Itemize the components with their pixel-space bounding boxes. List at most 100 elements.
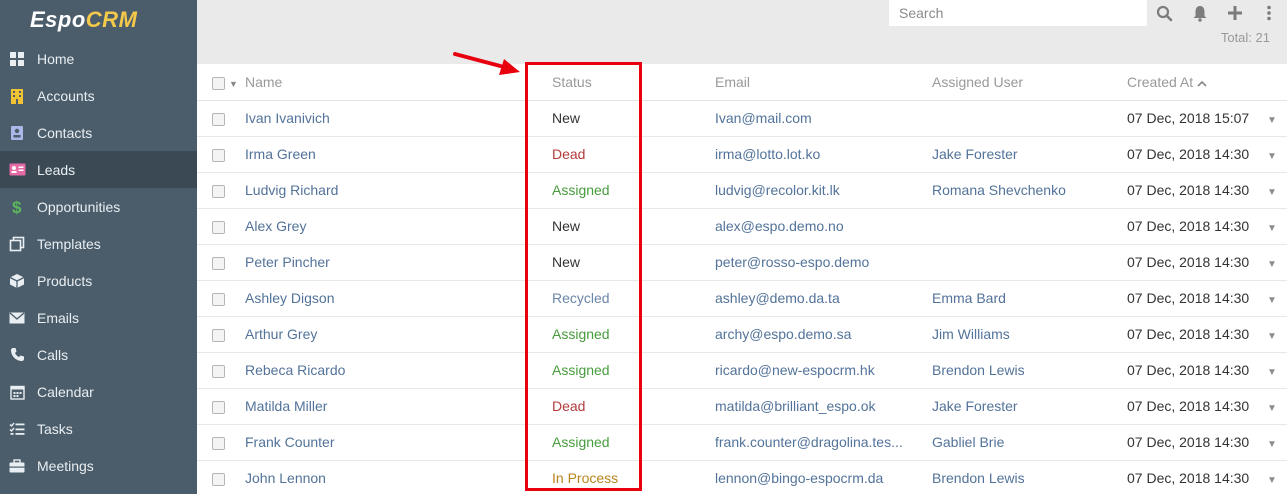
plus-icon[interactable] — [1225, 3, 1245, 23]
lead-name-link[interactable]: Peter Pincher — [245, 254, 330, 270]
lead-name-link[interactable]: Irma Green — [245, 146, 316, 162]
assigned-user-link[interactable]: Jake Forester — [932, 146, 1018, 162]
row-actions-caret-icon[interactable]: ▼ — [1267, 439, 1277, 450]
row-actions-caret-icon[interactable]: ▼ — [1267, 151, 1277, 162]
email-link[interactable]: alex@espo.demo.no — [715, 218, 844, 234]
assigned-user-link[interactable]: Brendon Lewis — [932, 362, 1025, 378]
header-status[interactable]: Status — [552, 64, 715, 101]
table-row: Peter Pincher New peter@rosso-espo.demo 07 … — [197, 244, 1287, 281]
sidebar-item-emails[interactable]: Emails — [0, 299, 197, 336]
status-cell: New — [552, 208, 715, 245]
row-checkbox[interactable] — [212, 292, 225, 306]
select-all-checkbox[interactable] — [212, 76, 225, 90]
row-actions-caret-icon[interactable]: ▼ — [1267, 259, 1277, 270]
email-link[interactable]: irma@lotto.lot.ko — [715, 146, 820, 162]
row-select-cell — [197, 424, 245, 461]
sidebar-item-opportunities[interactable]: $ Opportunities — [0, 188, 197, 225]
sidebar-item-products[interactable]: Products — [0, 262, 197, 299]
row-select-cell — [197, 136, 245, 173]
email-cell: ricardo@new-espocrm.hk — [715, 352, 932, 389]
row-actions-caret-icon[interactable]: ▼ — [1267, 367, 1277, 378]
status-value: Recycled — [552, 290, 610, 306]
email-link[interactable]: peter@rosso-espo.demo — [715, 254, 869, 270]
assigned-user-link[interactable]: Gabliel Brie — [932, 434, 1004, 450]
email-link[interactable]: lennon@bingo-espocrm.da — [715, 470, 883, 486]
row-checkbox[interactable] — [212, 364, 225, 378]
email-link[interactable]: Ivan@mail.com — [715, 110, 812, 126]
row-actions-caret-icon[interactable]: ▼ — [1267, 115, 1277, 126]
created-at-value: 07 Dec, 2018 14:30 — [1127, 290, 1250, 306]
row-actions-caret-icon[interactable]: ▼ — [1267, 475, 1277, 486]
email-link[interactable]: ricardo@new-espocrm.hk — [715, 362, 875, 378]
row-select-cell — [197, 352, 245, 389]
lead-name-link[interactable]: Ashley Digson — [245, 290, 335, 306]
row-checkbox[interactable] — [212, 184, 225, 198]
row-checkbox[interactable] — [212, 436, 225, 450]
table-row: Ludvig Richard Assigned ludvig@recolor.kit… — [197, 172, 1287, 209]
sidebar-item-calendar[interactable]: Calendar — [0, 373, 197, 410]
assigned-user-link[interactable]: Emma Bard — [932, 290, 1006, 306]
row-actions-caret-icon[interactable]: ▼ — [1267, 403, 1277, 414]
sidebar-item-label: Leads — [37, 161, 76, 178]
row-actions-caret-icon[interactable]: ▼ — [1267, 223, 1277, 234]
assigned-user-link[interactable]: Jake Forester — [932, 398, 1018, 414]
status-value: Assigned — [552, 434, 610, 450]
assigned-user-link[interactable]: Romana Shevchenko — [932, 182, 1066, 198]
row-actions-caret-icon[interactable]: ▼ — [1267, 331, 1277, 342]
row-checkbox[interactable] — [212, 328, 225, 342]
sidebar-item-label: Calendar — [37, 383, 94, 400]
tasks-icon — [8, 420, 26, 438]
header-actions — [1267, 64, 1287, 101]
header-email[interactable]: Email — [715, 64, 932, 101]
lead-name-link[interactable]: Ludvig Richard — [245, 182, 338, 198]
lead-name-link[interactable]: John Lennon — [245, 470, 326, 486]
row-checkbox[interactable] — [212, 148, 225, 162]
lead-name-link[interactable]: Ivan Ivanivich — [245, 110, 330, 126]
sidebar-item-calls[interactable]: Calls — [0, 336, 197, 373]
row-checkbox[interactable] — [212, 256, 225, 270]
assigned-user-link[interactable]: Brendon Lewis — [932, 470, 1025, 486]
row-actions-caret-icon[interactable]: ▼ — [1267, 187, 1277, 198]
row-actions-cell: ▼ — [1267, 100, 1287, 137]
lead-name-link[interactable]: Frank Counter — [245, 434, 334, 450]
sidebar-item-meetings[interactable]: Meetings — [0, 447, 197, 484]
lead-name-link[interactable]: Rebeca Ricardo — [245, 362, 345, 378]
header-assigned-user[interactable]: Assigned User — [932, 64, 1127, 101]
row-checkbox[interactable] — [212, 220, 225, 234]
lead-name-link[interactable]: Arthur Grey — [245, 326, 317, 342]
assigned-user-link[interactable]: Jim Williams — [932, 326, 1010, 342]
top-bar: Total: 21 — [197, 0, 1287, 64]
app-logo[interactable]: EspoCRM — [0, 0, 197, 40]
sidebar-item-leads[interactable]: Leads — [0, 151, 197, 188]
sidebar-item-home[interactable]: Home — [0, 40, 197, 77]
email-link[interactable]: ashley@demo.da.ta — [715, 290, 840, 306]
row-checkbox[interactable] — [212, 472, 225, 486]
sort-ascending-icon — [1197, 74, 1207, 90]
header-created-at[interactable]: Created At — [1127, 64, 1267, 101]
email-link[interactable]: frank.counter@dragolina.tes... — [715, 434, 903, 450]
more-vertical-icon[interactable] — [1259, 3, 1279, 23]
row-checkbox[interactable] — [212, 400, 225, 414]
row-actions-cell: ▼ — [1267, 388, 1287, 425]
sidebar-item-templates[interactable]: Templates — [0, 225, 197, 262]
table-row: Ivan Ivanivich New Ivan@mail.com 07 Dec, 20… — [197, 100, 1287, 137]
email-link[interactable]: archy@espo.demo.sa — [715, 326, 851, 342]
lead-name-cell: Ivan Ivanivich — [245, 100, 552, 137]
sidebar-item-tasks[interactable]: Tasks — [0, 410, 197, 447]
bell-icon[interactable] — [1190, 3, 1210, 23]
sidebar-nav: Home Accounts Contacts Leads $ Opportunities T… — [0, 40, 197, 484]
header-name[interactable]: Name — [245, 64, 552, 101]
sidebar-item-contacts[interactable]: Contacts — [0, 114, 197, 151]
email-link[interactable]: matilda@brilliant_espo.ok — [715, 398, 876, 414]
sidebar-item-accounts[interactable]: Accounts — [0, 77, 197, 114]
email-link[interactable]: ludvig@recolor.kit.lk — [715, 182, 840, 198]
row-actions-caret-icon[interactable]: ▼ — [1267, 295, 1277, 306]
lead-name-link[interactable]: Alex Grey — [245, 218, 306, 234]
search-input[interactable] — [889, 0, 1147, 26]
row-checkbox[interactable] — [212, 112, 225, 126]
select-all-caret-icon[interactable]: ▼ — [229, 79, 238, 89]
search-icon[interactable] — [1154, 3, 1174, 23]
assigned-user-cell: Gabliel Brie — [932, 424, 1127, 461]
lead-name-link[interactable]: Matilda Miller — [245, 398, 327, 414]
row-select-cell — [197, 100, 245, 137]
